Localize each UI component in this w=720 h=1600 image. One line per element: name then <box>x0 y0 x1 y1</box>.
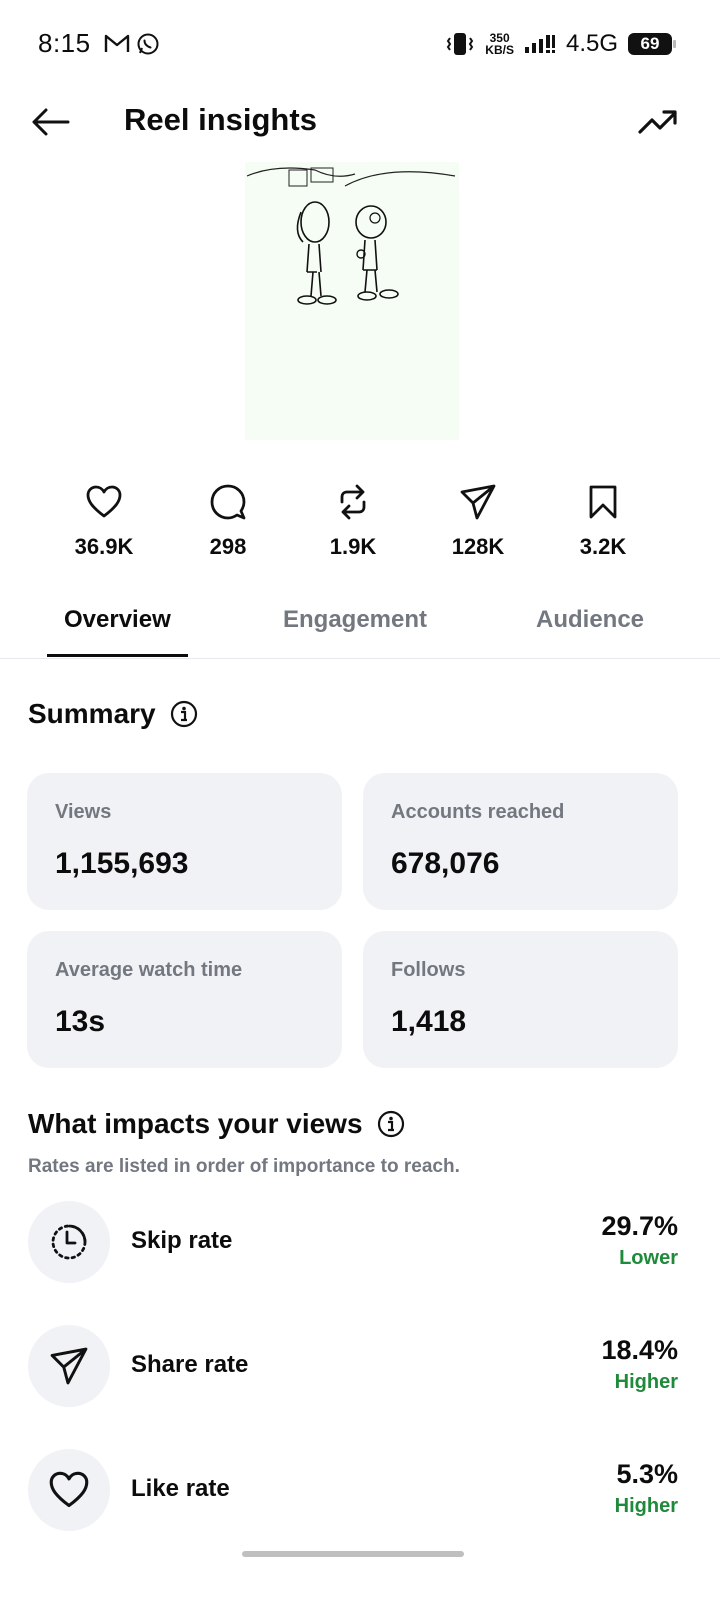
impacts-title: What impacts your views <box>28 1108 363 1139</box>
bookmark-icon <box>589 485 617 519</box>
network-speed: 350 KB/S <box>485 32 514 56</box>
battery-icon: 69 <box>628 33 676 55</box>
timer-icon <box>51 1224 87 1260</box>
top-app-bar: Reel insights <box>0 92 720 152</box>
share-icon <box>460 484 496 520</box>
likes-count: 36.9K <box>74 534 134 559</box>
network-type: 4.5G <box>565 30 618 57</box>
repost-icon <box>340 484 366 520</box>
share-rate-label: Share rate <box>131 1351 249 1378</box>
page-title: Reel insights <box>124 102 317 137</box>
share-rate-row[interactable]: Share rate 18.4% Higher <box>28 1325 678 1409</box>
skip-rate-comparison: Lower <box>619 1247 678 1269</box>
tab-audience[interactable]: Audience <box>536 606 644 634</box>
gmail-icon <box>104 34 130 52</box>
stat-reposts: 1.9K <box>298 480 408 560</box>
skip-rate-row[interactable]: Skip rate 29.7% Lower <box>28 1201 678 1285</box>
reel-thumbnail[interactable] <box>245 162 459 440</box>
average-watch-time-value: 13s <box>55 1005 106 1038</box>
info-icon[interactable] <box>377 1110 405 1138</box>
like-rate-icon-circle <box>28 1449 110 1531</box>
insights-tabs: Overview Engagement Audience <box>0 596 720 659</box>
share-rate-value: 18.4% <box>601 1335 678 1365</box>
share-rate-icon-circle <box>28 1325 110 1407</box>
impacts-header: What impacts your views <box>28 1108 405 1140</box>
trend-button[interactable] <box>636 100 680 144</box>
active-tab-indicator <box>47 654 188 657</box>
home-indicator[interactable] <box>242 1551 464 1557</box>
impacts-subtitle: Rates are listed in order of importance … <box>28 1156 460 1177</box>
reel-stats: 36.9K 298 1.9K 128K 3.2K <box>0 480 720 570</box>
tab-engagement[interactable]: Engagement <box>283 606 427 634</box>
views-card[interactable]: Views 1,155,693 <box>27 773 342 910</box>
views-value: 1,155,693 <box>55 847 189 880</box>
share-rate-comparison: Higher <box>614 1371 678 1393</box>
like-rate-label: Like rate <box>131 1475 230 1502</box>
skip-rate-label: Skip rate <box>131 1227 233 1254</box>
whatsapp-icon <box>137 33 159 55</box>
accounts-reached-card[interactable]: Accounts reached 678,076 <box>363 773 678 910</box>
views-label: Views <box>55 801 112 823</box>
skip-rate-value: 29.7% <box>601 1211 678 1241</box>
signal-icon <box>524 35 555 53</box>
comments-count: 298 <box>209 534 247 559</box>
comment-icon <box>210 484 246 520</box>
stat-comments: 298 <box>173 480 283 560</box>
average-watch-time-card[interactable]: Average watch time 13s <box>27 931 342 1068</box>
notification-icons <box>104 32 160 56</box>
stat-likes: 36.9K <box>49 480 159 560</box>
status-bar: 8:15 350 KB/S 4.5G 69 <box>0 0 720 92</box>
like-rate-row[interactable]: Like rate 5.3% Higher <box>28 1449 678 1533</box>
speed-unit: KB/S <box>485 43 514 57</box>
follows-label: Follows <box>391 959 466 981</box>
follows-card[interactable]: Follows 1,418 <box>363 931 678 1068</box>
like-rate-comparison: Higher <box>614 1495 678 1517</box>
reel-thumbnail-illustration <box>246 167 456 305</box>
vibrate-icon <box>447 33 474 55</box>
status-time: 8:15 <box>38 28 91 58</box>
accounts-reached-label: Accounts reached <box>391 801 565 823</box>
heart-icon <box>49 1471 89 1508</box>
reposts-count: 1.9K <box>329 534 377 559</box>
arrow-left-icon <box>32 108 70 136</box>
shares-count: 128K <box>451 534 505 559</box>
like-rate-value: 5.3% <box>616 1459 678 1489</box>
back-button[interactable] <box>28 100 72 144</box>
tab-overview[interactable]: Overview <box>64 606 171 634</box>
accounts-reached-value: 678,076 <box>391 847 500 880</box>
follows-value: 1,418 <box>391 1005 467 1038</box>
stat-saves: 3.2K <box>548 480 658 560</box>
summary-title: Summary <box>28 698 156 729</box>
info-icon[interactable] <box>170 700 198 728</box>
trending-up-icon <box>638 110 677 134</box>
average-watch-time-label: Average watch time <box>55 959 243 981</box>
battery-level: 69 <box>640 34 660 53</box>
saves-count: 3.2K <box>579 534 627 559</box>
stat-shares: 128K <box>423 480 533 560</box>
skip-rate-icon-circle <box>28 1201 110 1283</box>
summary-header: Summary <box>28 698 198 730</box>
share-icon <box>50 1347 88 1385</box>
status-right: 350 KB/S 4.5G 69 <box>445 30 676 58</box>
heart-icon <box>86 485 122 518</box>
